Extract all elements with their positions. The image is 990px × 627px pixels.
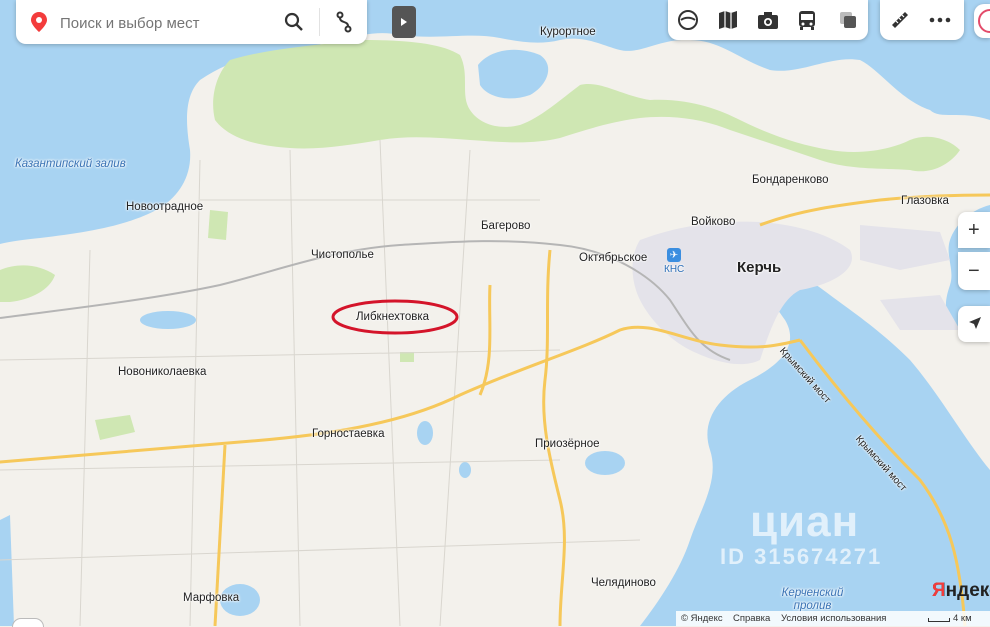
label-bondarenkovo: Бондаренково (752, 174, 829, 186)
search-icon[interactable] (280, 8, 308, 36)
label-gornostaevka: Горностаевка (312, 428, 385, 440)
label-kerch-strait: Керченский пролив (781, 587, 844, 612)
scale-bar (928, 618, 950, 622)
label-chelyadinovo: Челядиново (591, 577, 656, 589)
zoom-in-label: + (968, 218, 980, 241)
search-divider (319, 8, 320, 36)
label-glazovka: Глазовка (901, 195, 949, 207)
collapse-arrow-icon[interactable] (392, 6, 416, 38)
layers-icon[interactable] (714, 6, 742, 34)
locate-button[interactable] (958, 306, 990, 342)
zoom-out-label: − (968, 259, 980, 282)
footer-help-link[interactable]: Справка (733, 613, 770, 624)
label-libknekhtovka: Либкнехтовка (356, 311, 430, 323)
brand-logo-accent: Яндекс (932, 580, 944, 601)
label-novootradnoe: Новоотрадное (126, 201, 204, 213)
avatar[interactable] (974, 4, 990, 38)
label-priozernoe: Приозёрное (535, 438, 600, 450)
more-icon[interactable] (926, 6, 954, 34)
watermark-id: ID 315674271 (720, 544, 883, 569)
label-kazantip-bay: Казантипский залив (15, 158, 126, 170)
map-type-icon[interactable] (834, 6, 862, 34)
label-voykovo: Войково (691, 216, 736, 228)
map-pin-icon (30, 11, 48, 38)
tools-toolbar (880, 0, 964, 40)
search-panel (16, 0, 367, 44)
photo-icon[interactable] (754, 6, 782, 34)
label-oktyabrskoe: Октябрьское (579, 252, 648, 264)
panorama-icon[interactable] (674, 6, 702, 34)
route-icon[interactable] (330, 8, 358, 36)
footer-copyright[interactable]: © Яндекс (681, 613, 723, 624)
label-bagerovo: Багерово (481, 220, 531, 232)
transport-icon[interactable] (793, 6, 821, 34)
search-input[interactable] (58, 10, 272, 36)
zoom-out-button[interactable]: − (958, 252, 990, 290)
locate-icon (968, 313, 982, 336)
ruler-icon[interactable] (886, 6, 914, 34)
label-chistopole: Чистополье (311, 249, 374, 261)
label-kns-airport: КНС (664, 264, 685, 275)
footer-terms-link[interactable]: Условия использования (781, 613, 886, 624)
watermark: циан ID 315674271 (700, 500, 882, 570)
watermark-brand: циан (750, 497, 860, 546)
zoom-in-button[interactable]: + (958, 212, 990, 248)
label-kerch: Керчь (737, 259, 782, 276)
scale-label: 4 км (953, 613, 972, 624)
label-marfovka: Марфовка (183, 592, 240, 604)
layers-toolbar (668, 0, 868, 40)
label-novonikolaevka: Новониколаевка (118, 366, 207, 378)
label-kurortnoe: Курортное (540, 26, 596, 38)
airport-icon[interactable]: ✈ (667, 248, 681, 262)
